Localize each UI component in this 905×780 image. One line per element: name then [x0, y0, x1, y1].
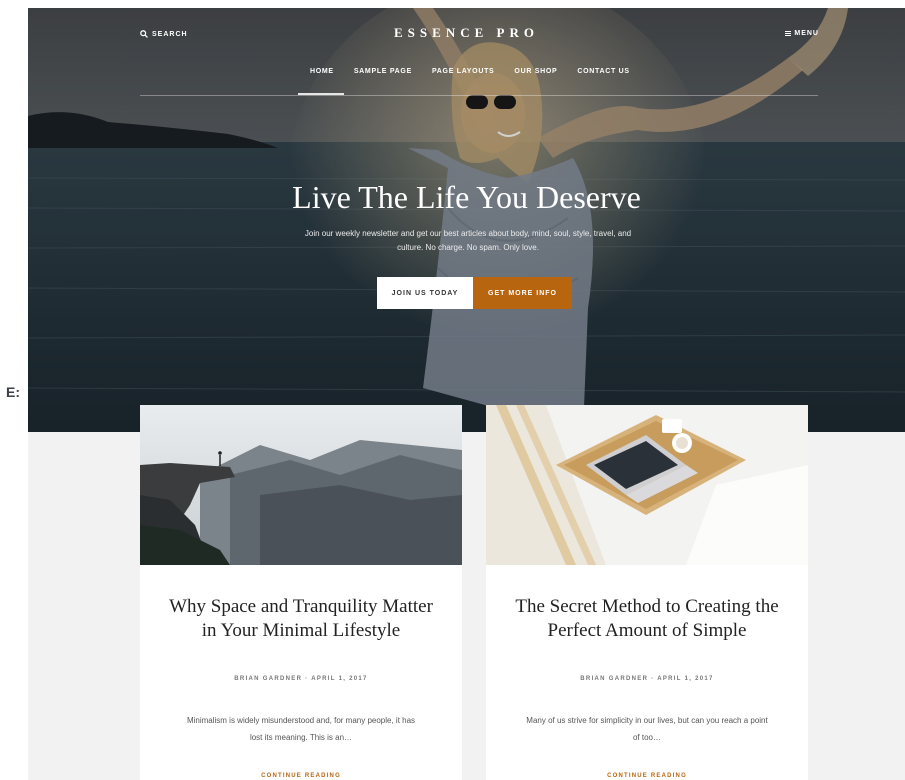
site-title[interactable]: ESSENCE PRO — [28, 25, 905, 41]
nav-item-contact-us[interactable]: CONTACT US — [567, 68, 639, 75]
post-image-mountain[interactable] — [140, 405, 462, 565]
nav-active-indicator — [298, 93, 344, 95]
post-title[interactable]: Why Space and Tranquility Matter in Your… — [160, 595, 442, 643]
nav-item-home[interactable]: HOME — [300, 68, 344, 75]
post-card: The Secret Method to Creating the Perfec… — [486, 405, 808, 780]
get-more-info-button[interactable]: GET MORE INFO — [473, 277, 572, 309]
mountain-cliff-photo — [140, 405, 462, 565]
hero-section: SEARCH ESSENCE PRO MENU HOME SAMPLE PAGE… — [28, 8, 905, 432]
post-image-laptop[interactable] — [486, 405, 808, 565]
primary-nav: HOME SAMPLE PAGE PAGE LAYOUTS OUR SHOP C… — [300, 68, 640, 75]
continue-reading-link[interactable]: CONTINUE READING — [486, 773, 808, 779]
edge-label: E: — [6, 384, 20, 400]
hero-subtitle: Join our weekly newsletter and get our b… — [304, 229, 632, 252]
nav-item-page-layouts[interactable]: PAGE LAYOUTS — [422, 68, 504, 75]
continue-reading-link[interactable]: CONTINUE READING — [140, 773, 462, 779]
laptop-tray-photo — [486, 405, 808, 565]
post-card: Why Space and Tranquility Matter in Your… — [140, 405, 462, 780]
nav-divider — [140, 95, 818, 96]
hero-title: Live The Life You Deserve — [292, 179, 641, 215]
menu-button[interactable]: MENU — [785, 30, 819, 37]
page: SEARCH ESSENCE PRO MENU HOME SAMPLE PAGE… — [28, 8, 905, 780]
post-meta: BRIAN GARDNER · APRIL 1, 2017 — [234, 676, 368, 682]
nav-item-our-shop[interactable]: OUR SHOP — [504, 68, 567, 75]
post-meta: BRIAN GARDNER · APRIL 1, 2017 — [580, 676, 714, 682]
menu-label: MENU — [794, 30, 819, 37]
post-excerpt: Minimalism is widely misunderstood and, … — [186, 716, 416, 742]
nav-item-sample-page[interactable]: SAMPLE PAGE — [344, 68, 422, 75]
post-excerpt: Many of us strive for simplicity in our … — [526, 716, 768, 742]
post-title[interactable]: The Secret Method to Creating the Perfec… — [506, 595, 788, 643]
join-us-today-button[interactable]: JOIN US TODAY — [377, 277, 473, 309]
hamburger-icon — [785, 30, 792, 37]
